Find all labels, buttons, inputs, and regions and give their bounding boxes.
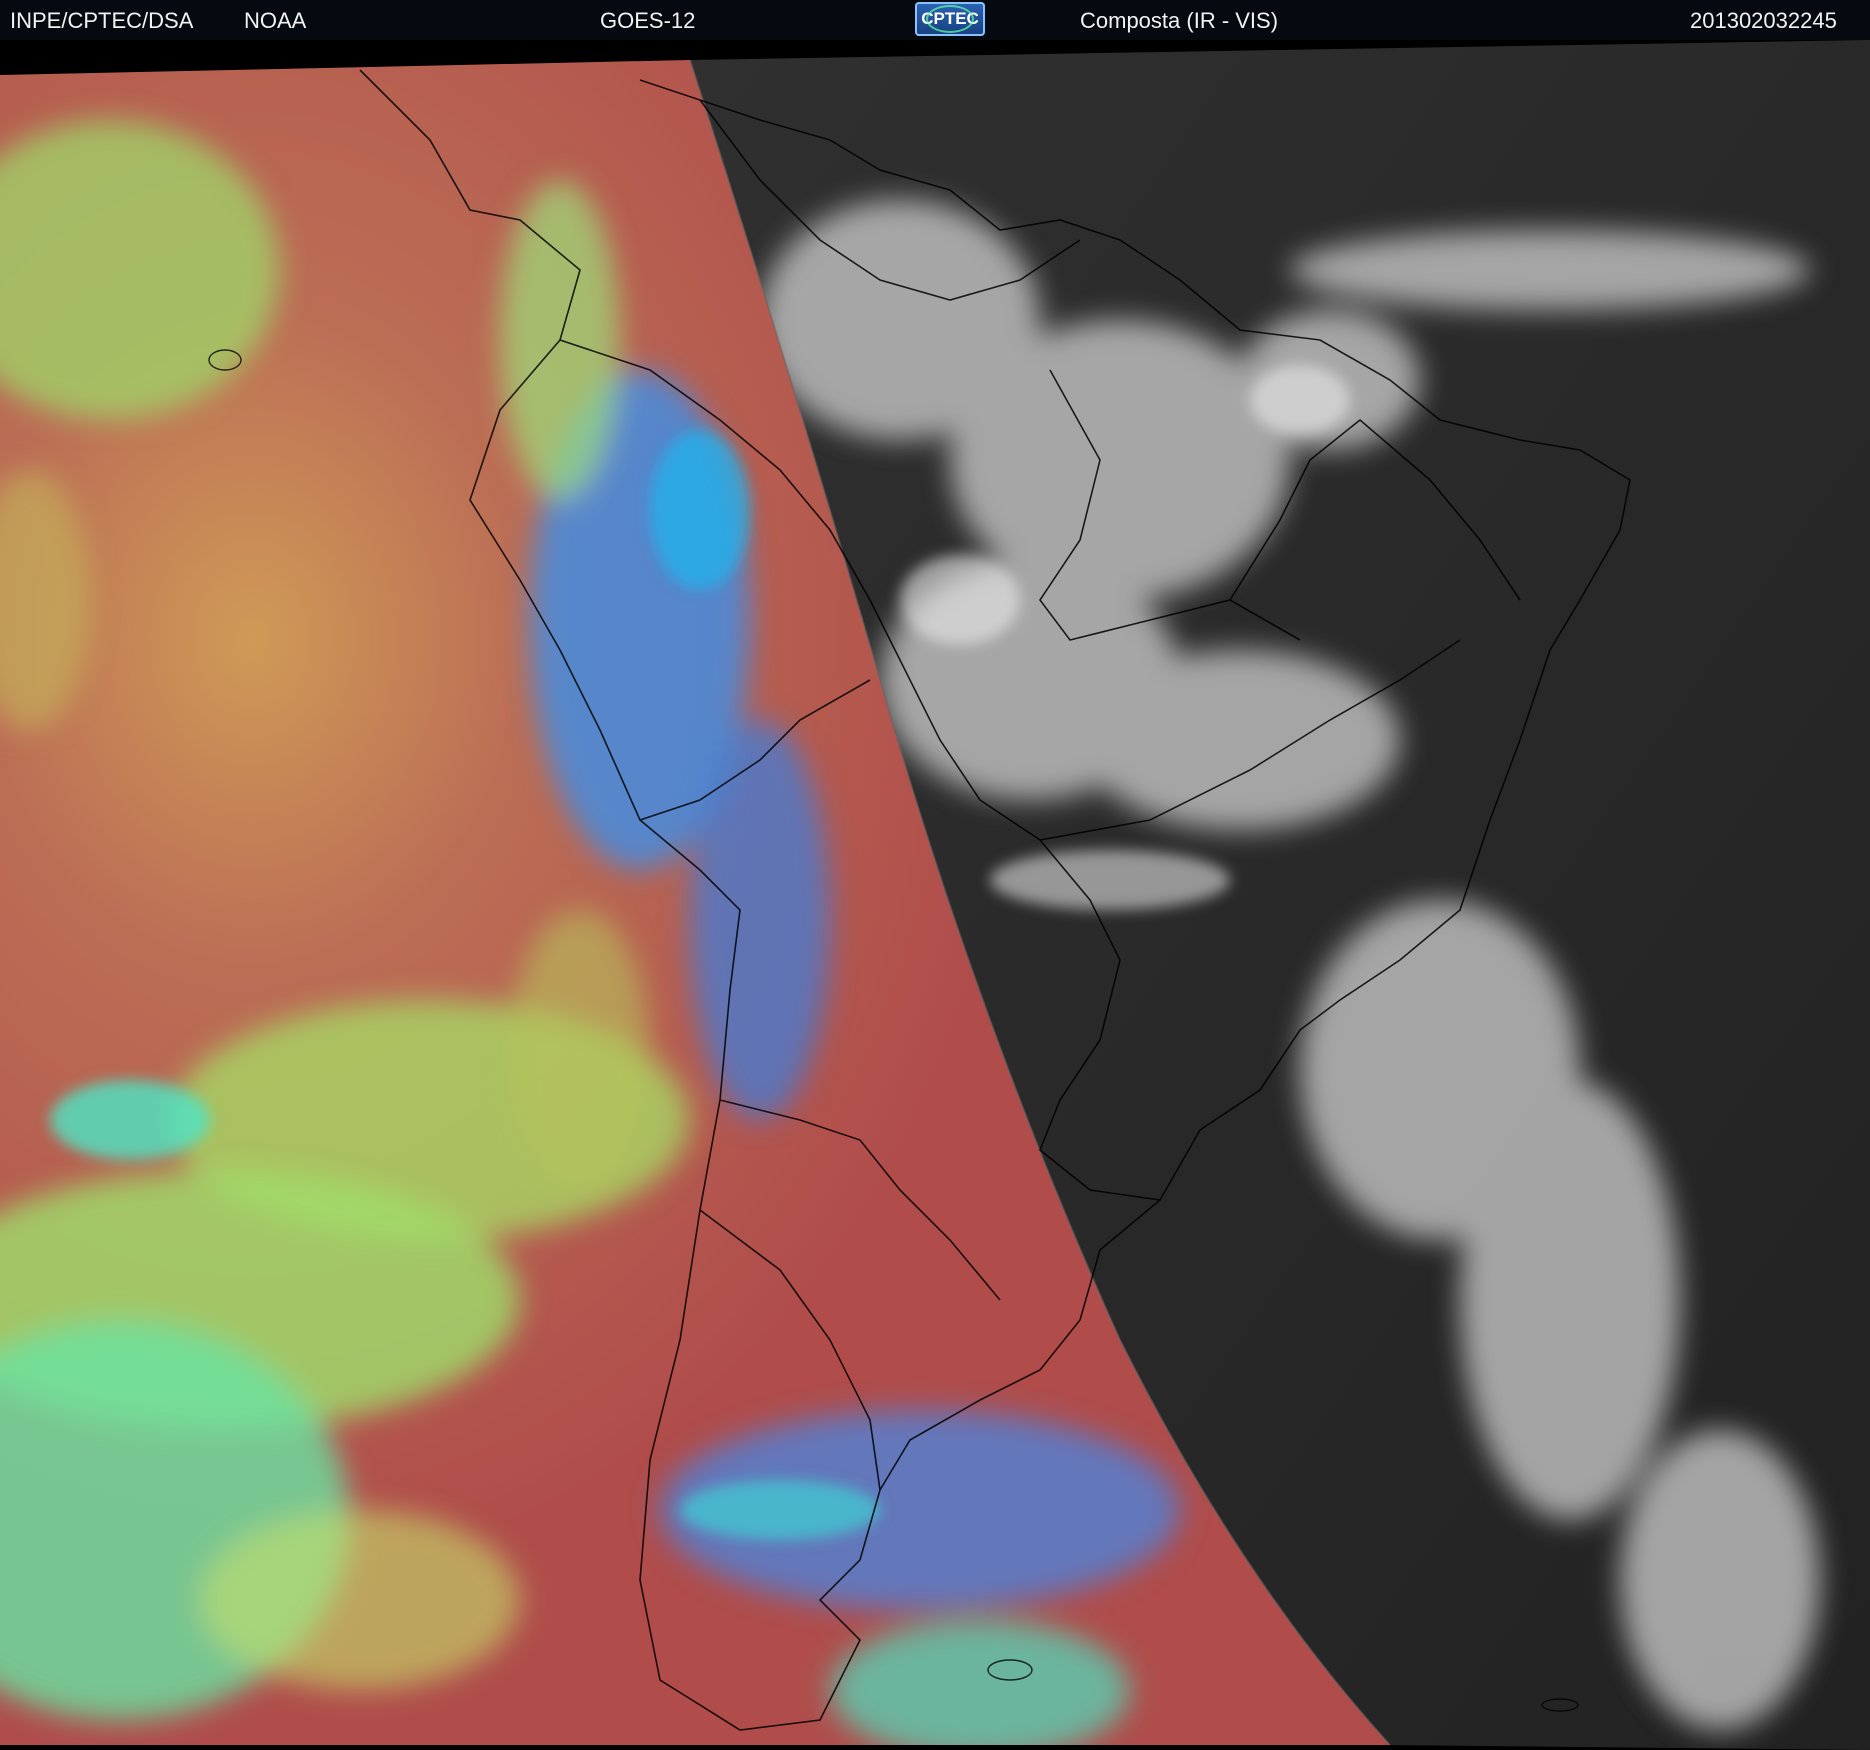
ir-cloud-offshore [510, 910, 650, 1190]
ir-cloud-cyan-south [680, 1480, 880, 1540]
satellite-label: GOES-12 [600, 8, 696, 33]
vis-cloud-frontal-2 [1460, 1080, 1680, 1520]
vis-cloud-southeast [1080, 650, 1400, 830]
ir-cloud-south-pacific [200, 1510, 520, 1690]
ir-cloud-cyan-peru [650, 430, 750, 590]
vis-cloud-frontal-3 [1620, 1430, 1820, 1730]
vis-cloud-itcz [1290, 230, 1810, 310]
vis-cloud-bright-2 [900, 555, 1020, 645]
cptec-logo-icon: CPTEC [915, 2, 985, 36]
imagery-svg [0, 40, 1870, 1750]
institution-label: INPE/CPTEC/DSA [10, 8, 194, 33]
header-bar: INPE/CPTEC/DSA NOAA GOES-12 CPTEC Compos… [0, 0, 1870, 40]
satellite-imagery [0, 40, 1870, 1750]
product-label: Composta (IR - VIS) [1080, 8, 1279, 33]
agency-label: NOAA [244, 8, 307, 33]
ir-cloud-altiplano [690, 720, 830, 1120]
vis-cloud-amazon-central [950, 320, 1290, 600]
satellite-image-viewer: INPE/CPTEC/DSA NOAA GOES-12 CPTEC Compos… [0, 0, 1870, 1750]
ir-cloud-cyan-swirl [50, 1080, 210, 1160]
vis-cloud-bright-1 [1250, 365, 1350, 435]
timestamp-label: 201302032245 [1690, 8, 1837, 33]
logo-ring-decoration [926, 5, 974, 33]
vis-cloud-bright-3 [990, 850, 1230, 910]
